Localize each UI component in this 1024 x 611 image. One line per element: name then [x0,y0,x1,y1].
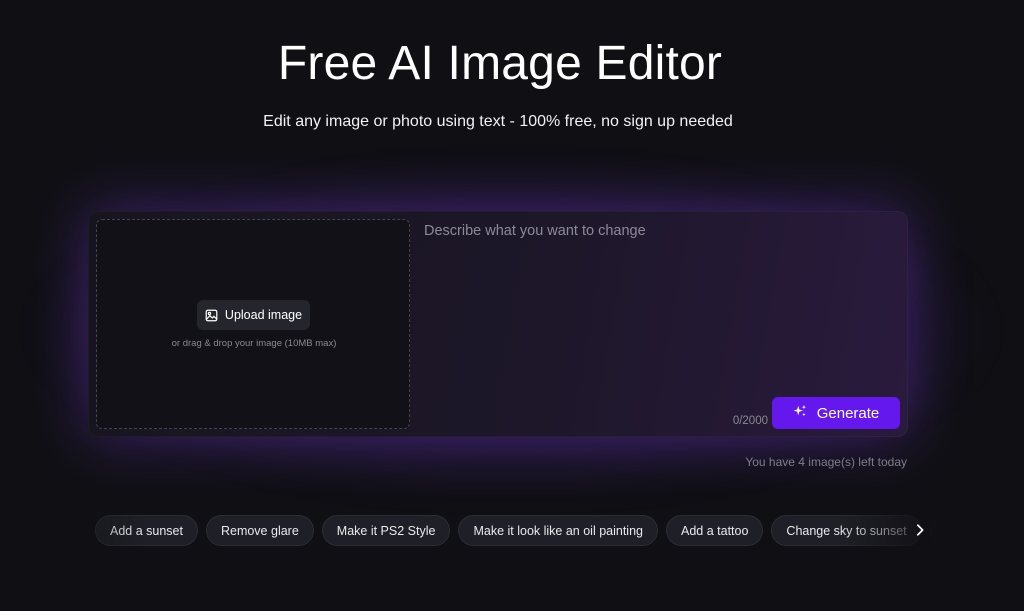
suggestion-chip[interactable]: Remove glare [205,515,314,546]
prompt-input[interactable] [424,223,894,393]
chevron-right-icon[interactable] [908,518,932,542]
upload-image-button[interactable]: Upload image [197,300,310,330]
image-drop-zone[interactable]: Upload image or drag & drop your image (… [96,219,410,429]
suggestion-chip[interactable]: Change sky to sunset [771,515,922,546]
editor-card: Upload image or drag & drop your image (… [88,211,908,437]
character-count: 0/2000 [732,415,768,427]
generate-button[interactable]: Generate [772,397,900,429]
upload-hint: or drag & drop your image (10MB max) [171,338,337,349]
quota-text: You have 4 image(s) left today [745,455,907,469]
image-icon [205,309,218,322]
suggestion-chip[interactable]: Add a tattoo [666,515,764,546]
page: Free AI Image Editor Edit any image or p… [0,0,1024,611]
suggestion-chip[interactable]: Add a sunset [95,515,198,546]
page-title: Free AI Image Editor [277,37,723,90]
page-subtitle: Edit any image or photo using text - 100… [263,113,733,130]
upload-image-label: Upload image [224,308,303,322]
suggestion-chip-track: Add a sunset Remove glare Make it PS2 Styl… [95,515,940,546]
suggestion-chips: Add a sunset Remove glare Make it PS2 Styl… [95,515,940,546]
sparkles-icon [793,404,807,422]
generate-label: Generate [816,404,880,422]
suggestion-chip[interactable]: Make it PS2 Style [321,515,451,546]
suggestion-chip[interactable]: Make it look like an oil painting [458,515,658,546]
